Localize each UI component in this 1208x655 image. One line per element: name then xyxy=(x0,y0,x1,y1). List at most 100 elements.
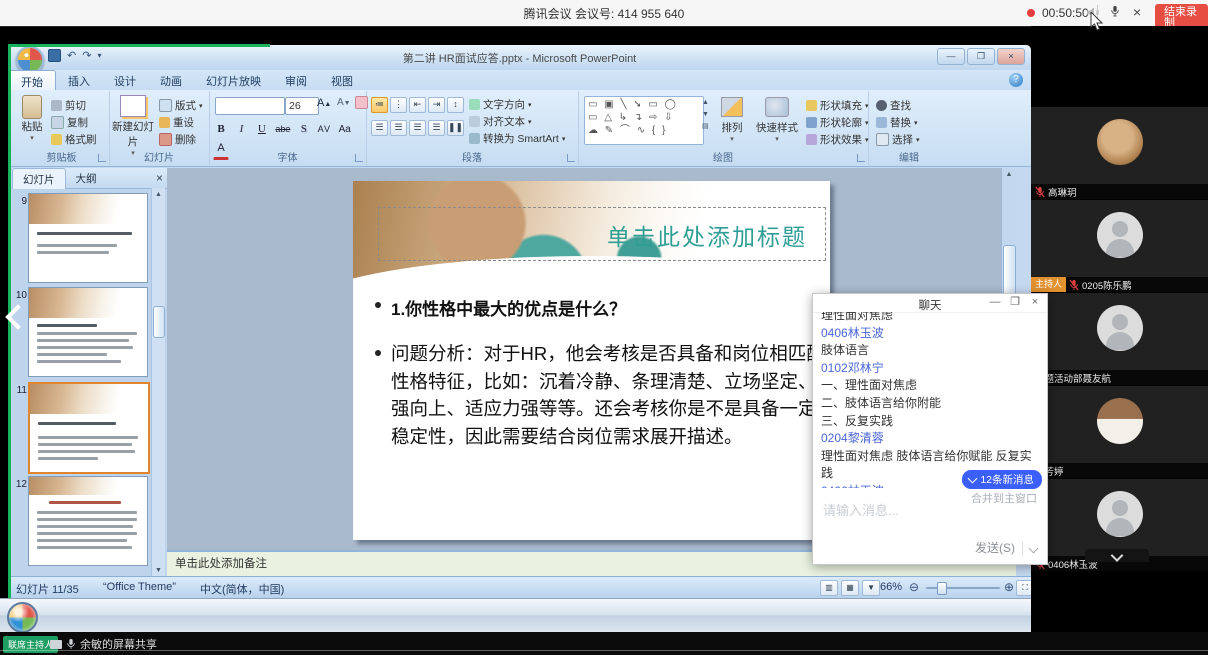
scroll-down-icon[interactable]: ▼ xyxy=(152,567,165,574)
text-shadow-button[interactable]: S xyxy=(296,121,312,138)
microphone-icon[interactable] xyxy=(1110,4,1120,22)
restore-button[interactable]: ❐ xyxy=(967,48,995,65)
align-right-button[interactable]: ☰ xyxy=(409,120,426,136)
delete-button[interactable]: 删除 xyxy=(159,132,196,147)
scroll-up-icon[interactable]: ▲ xyxy=(1002,171,1016,178)
slide-thumbnail-9[interactable] xyxy=(28,193,148,283)
shape-fill-button[interactable]: 形状填充▾ xyxy=(806,98,869,113)
dialog-launcher-icon[interactable] xyxy=(98,154,106,162)
chat-minimize-icon[interactable]: — xyxy=(987,296,1003,310)
chat-message-list[interactable]: 理性面对焦虑 0406林玉波 肢体语言 0102邓林宁 一、理性面对焦虑 二、肢… xyxy=(821,312,1033,488)
dialog-launcher-icon[interactable] xyxy=(567,154,575,162)
slide-thumbnail-10[interactable] xyxy=(28,287,148,377)
reset-button[interactable]: 重设 xyxy=(159,115,194,130)
scroll-up-icon[interactable]: ▲ xyxy=(152,191,165,198)
font-name-combo[interactable] xyxy=(215,97,285,115)
slide-thumbnail-12[interactable] xyxy=(28,476,148,566)
tab-view[interactable]: 视图 xyxy=(319,70,365,90)
underline-button[interactable]: U xyxy=(254,121,270,138)
align-center-button[interactable]: ☰ xyxy=(390,120,407,136)
scrollbar-thumb[interactable] xyxy=(1003,245,1016,295)
chat-window: 聊天 — ❐ × 理性面对焦虑 0406林玉波 肢体语言 0102邓林宁 一、理… xyxy=(812,293,1048,565)
slide-thumbnail-11-selected[interactable] xyxy=(28,382,150,474)
shape-effects-button[interactable]: 形状效果▾ xyxy=(806,132,869,147)
format-painter-button[interactable]: 格式刷 xyxy=(51,132,97,147)
tab-insert[interactable]: 插入 xyxy=(56,70,102,90)
chat-maximize-icon[interactable]: ❐ xyxy=(1007,296,1023,310)
find-button[interactable]: 查找 xyxy=(876,98,911,113)
participant-tile[interactable]: 主持人 0205陈乐鹏 xyxy=(1031,200,1208,292)
italic-button[interactable]: I xyxy=(233,121,249,138)
quick-styles-button[interactable]: 快速样式 ▾ xyxy=(754,97,800,143)
dialog-launcher-icon[interactable] xyxy=(355,154,363,162)
cut-button[interactable]: 剪切 xyxy=(51,98,86,113)
new-slide-button[interactable]: 新建幻灯片 ▾ xyxy=(111,95,155,157)
chat-sender[interactable]: 0406林玉波 xyxy=(821,325,1033,343)
window-close-button[interactable]: × xyxy=(997,48,1025,65)
align-text-button[interactable]: 对齐文本▾ xyxy=(469,114,532,129)
columns-button[interactable]: ❚❚ xyxy=(447,120,464,136)
participant-tile[interactable]: 郁芳婷 xyxy=(1031,386,1208,478)
tab-animations[interactable]: 动画 xyxy=(148,70,194,90)
help-icon[interactable]: ? xyxy=(1009,73,1023,87)
slide-title-placeholder[interactable]: 单击此处添加标题 xyxy=(378,207,826,261)
zoom-slider-knob[interactable] xyxy=(937,582,947,595)
change-case-button[interactable]: Aa xyxy=(337,121,353,138)
language-indicator[interactable]: 中文(简体，中国) xyxy=(200,581,284,597)
panel-close-icon[interactable]: × xyxy=(156,171,163,185)
chat-input[interactable] xyxy=(821,502,1025,519)
collapse-strip[interactable] xyxy=(1085,549,1149,562)
tab-design[interactable]: 设计 xyxy=(102,70,148,90)
chat-sender[interactable]: 0204黎清蓉 xyxy=(821,430,1033,448)
grow-font-icon[interactable]: A▲ xyxy=(317,97,331,109)
new-messages-pill[interactable]: 12条新消息 xyxy=(962,470,1042,489)
outline-tab[interactable]: 大纲 xyxy=(66,168,107,188)
numbering-button[interactable]: ⋮ xyxy=(390,97,407,113)
align-left-button[interactable]: ☰ xyxy=(371,120,388,136)
panel-scrollbar[interactable]: ▲ ▼ xyxy=(151,188,165,577)
chat-close-icon[interactable]: × xyxy=(1027,296,1043,310)
chat-sender[interactable]: 0102邓林宁 xyxy=(821,360,1033,378)
copy-button[interactable]: 复制 xyxy=(51,115,88,130)
tab-home[interactable]: 开始 xyxy=(8,70,56,91)
zoom-out-icon[interactable]: ⊖ xyxy=(909,580,919,594)
dialog-launcher-icon[interactable] xyxy=(857,154,865,162)
line-spacing-button[interactable]: ↕ xyxy=(447,97,464,113)
replace-button[interactable]: 替换▾ xyxy=(876,115,918,130)
tab-review[interactable]: 审阅 xyxy=(273,70,319,90)
shape-outline-button[interactable]: 形状轮廓▾ xyxy=(806,115,869,130)
slides-tab[interactable]: 幻灯片 xyxy=(12,168,66,189)
close-icon[interactable]: × xyxy=(1133,4,1141,20)
send-options-chevron-icon[interactable] xyxy=(1029,544,1039,554)
slideshow-button[interactable]: ▼ xyxy=(862,580,880,596)
smartart-button[interactable]: 转换为 SmartArt▾ xyxy=(469,131,565,146)
decrease-indent-button[interactable]: ⇤ xyxy=(409,97,426,113)
paste-button[interactable]: 粘贴 ▾ xyxy=(16,95,48,142)
bold-button[interactable]: B xyxy=(213,121,229,138)
shrink-font-icon[interactable]: A▼ xyxy=(337,97,351,108)
normal-view-button[interactable]: ▥ xyxy=(820,580,838,596)
chat-titlebar[interactable]: 聊天 — ❐ × xyxy=(813,294,1047,313)
current-slide[interactable]: 单击此处添加标题 1.你性格中最大的优点是什么？ 问题分析：对于HR，他会考核是… xyxy=(353,181,830,540)
arrange-button[interactable]: 排列 ▾ xyxy=(714,97,750,143)
shapes-gallery[interactable]: ▭ ▣ ╲ ➘ ▭ ◯▭ △ ↳ ↴ ⇨ ⇩☁ ✎ ⌒ ∿ { } xyxy=(584,96,704,145)
strikethrough-button[interactable]: abe xyxy=(274,121,291,138)
start-button[interactable] xyxy=(7,602,38,633)
select-button[interactable]: 选择▾ xyxy=(876,132,920,147)
bullets-button[interactable]: ≔ xyxy=(371,97,388,113)
slide-sorter-button[interactable]: ▦ xyxy=(841,580,859,596)
increase-indent-button[interactable]: ⇥ xyxy=(428,97,445,113)
layout-button[interactable]: 版式▾ xyxy=(159,98,203,113)
participant-tile[interactable]: 高琳玥 xyxy=(1031,107,1208,199)
character-spacing-button[interactable]: AV xyxy=(316,121,332,138)
scrollbar-thumb[interactable] xyxy=(153,306,165,338)
zoom-in-icon[interactable]: ⊕ xyxy=(1004,580,1014,594)
tab-slideshow[interactable]: 幻灯片放映 xyxy=(194,70,273,90)
send-button[interactable]: 发送(S) xyxy=(975,539,1015,556)
minimize-button[interactable]: — xyxy=(937,48,965,65)
participant-tile[interactable]: 主题活动部聂友航 xyxy=(1031,293,1208,385)
text-direction-button[interactable]: 文字方向▾ xyxy=(469,97,532,112)
ppt-titlebar[interactable]: ↶ ↷ ▾ 第二讲 HR面试应答.pptx - Microsoft PowerP… xyxy=(8,45,1031,71)
justify-button[interactable]: ☰ xyxy=(428,120,445,136)
font-size-combo[interactable]: 26 xyxy=(285,97,319,115)
